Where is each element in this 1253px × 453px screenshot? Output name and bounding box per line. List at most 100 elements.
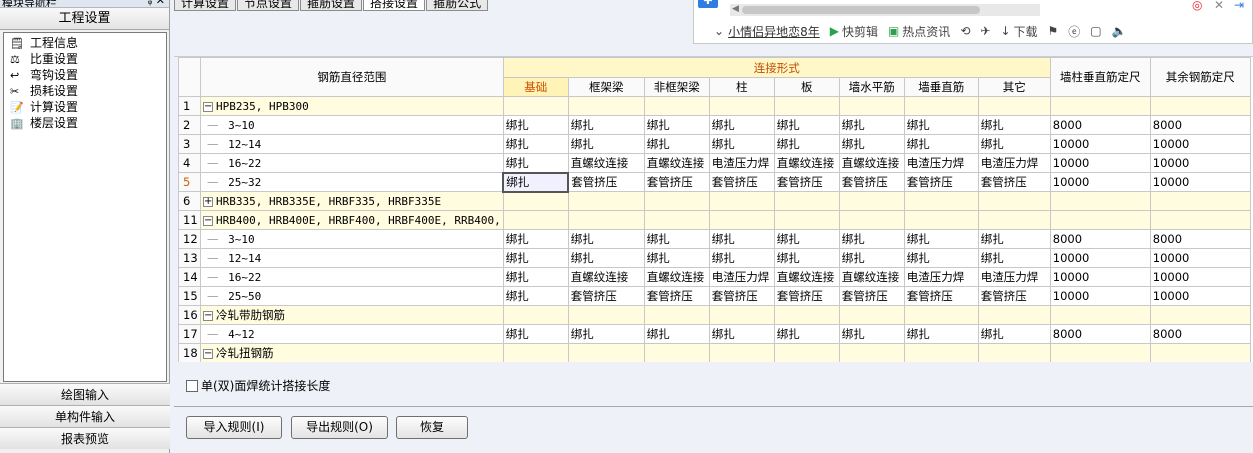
row-number[interactable]: 16 [178, 305, 201, 325]
range-cell[interactable]: — 25~50 [200, 286, 504, 306]
connection-cell[interactable]: 绑扎 [977, 248, 1051, 268]
other-length-cell[interactable]: 10000 [1149, 153, 1251, 173]
range-cell[interactable]: — 3~10 [200, 115, 504, 135]
row-number[interactable]: 4 [178, 153, 201, 173]
table-row[interactable]: 14— 16~22 绑扎 直螺纹连接 直螺纹连接 电渣压力焊 直螺纹连接 直螺纹连接 电渣压力… [178, 267, 1251, 287]
row-number[interactable]: 18 [178, 343, 201, 362]
range-cell[interactable]: — 12~14 [200, 248, 504, 268]
table-row[interactable]: 16− 冷轧带肋钢筋 [178, 305, 1251, 325]
range-cell[interactable]: — 16~22 [200, 153, 504, 173]
connection-cell[interactable]: 套管挤压 [977, 286, 1051, 306]
connection-cell[interactable]: 套管挤压 [903, 172, 979, 192]
connection-cell[interactable]: 绑扎 [903, 248, 979, 268]
connection-cell[interactable]: 套管挤压 [838, 172, 905, 192]
connection-cell[interactable]: 直螺纹连接 [838, 267, 905, 287]
collapse-icon[interactable]: − [203, 310, 213, 321]
connection-cell[interactable]: 绑扎 [567, 324, 645, 344]
connection-cell[interactable]: 直螺纹连接 [567, 153, 645, 173]
connection-cell[interactable]: 套管挤压 [643, 172, 710, 192]
scroll-left-icon[interactable]: ◀ [732, 4, 739, 14]
connection-cell[interactable]: 电渣压力焊 [977, 153, 1051, 173]
connection-cell[interactable]: 电渣压力焊 [903, 153, 979, 173]
connection-cell[interactable]: 绑扎 [502, 229, 569, 249]
row-number[interactable]: 14 [178, 267, 201, 287]
row-number[interactable]: 5 [178, 172, 201, 192]
row-number[interactable]: 3 [178, 134, 201, 154]
range-cell[interactable]: — 3~10 [200, 229, 504, 249]
other-length-cell[interactable]: 10000 [1149, 286, 1251, 306]
connection-cell[interactable]: 直螺纹连接 [567, 267, 645, 287]
popup-scrollbar[interactable]: ◀ [730, 4, 1040, 16]
connection-cell[interactable]: 绑扎 [643, 229, 710, 249]
connection-subheader-0[interactable]: 基础 [502, 77, 569, 97]
range-cell[interactable]: — 4~12 [200, 324, 504, 344]
nav-item-5[interactable]: 🏢 楼层设置 [4, 115, 166, 131]
table-row[interactable]: 5— 25~32 绑扎 套管挤压 套管挤压 套管挤压 套管挤压 套管挤压 套管挤压 套管挤压 10… [178, 171, 1251, 193]
pin-icon[interactable]: ✈ [980, 24, 990, 38]
connection-cell[interactable]: 电渣压力焊 [708, 153, 775, 173]
wall-length-cell[interactable]: 10000 [1049, 267, 1151, 287]
tab-4[interactable]: 箍筋公式 [426, 0, 489, 11]
other-length-cell[interactable]: 10000 [1149, 134, 1251, 154]
connection-cell[interactable]: 套管挤压 [567, 172, 645, 192]
connection-cell[interactable]: 直螺纹连接 [773, 267, 840, 287]
table-row[interactable]: 17— 4~12 绑扎 绑扎 绑扎 绑扎 绑扎 绑扎 绑扎 绑扎 8000 8000 [178, 324, 1251, 344]
connection-subheader-1[interactable]: 框架梁 [567, 77, 645, 97]
connection-cell[interactable]: 绑扎 [502, 115, 569, 135]
range-cell[interactable]: − 冷轧扭钢筋 [200, 343, 504, 362]
other-length-cell[interactable]: 8000 [1149, 229, 1251, 249]
news-headline[interactable]: 小情侣异地恋8年 [728, 23, 820, 40]
table-row[interactable]: 6 + HRB335, HRB335E, HRBF335, HRBF335E [178, 191, 1251, 211]
connection-subheader-3[interactable]: 柱 [708, 77, 775, 97]
wall-length-cell[interactable]: 10000 [1049, 286, 1151, 306]
wall-length-cell[interactable]: 10000 [1049, 153, 1151, 173]
row-number[interactable]: 6 [178, 191, 201, 211]
connection-cell[interactable]: 绑扎 [773, 115, 840, 135]
connection-cell[interactable]: 绑扎 [977, 324, 1051, 344]
connection-subheader-5[interactable]: 墙水平筋 [838, 77, 905, 97]
collapse-icon[interactable]: − [203, 348, 213, 359]
other-length-cell[interactable]: 8000 [1149, 324, 1251, 344]
wall-length-cell[interactable]: 8000 [1049, 324, 1151, 344]
tab-3[interactable]: 搭接设置 [363, 0, 426, 11]
connection-cell[interactable]: 绑扎 [567, 229, 645, 249]
tab-0[interactable]: 计算设置 [174, 0, 237, 11]
tab-2[interactable]: 箍筋设置 [300, 0, 363, 11]
popup-fold-icon[interactable]: ⇥ [1234, 0, 1244, 12]
row-number[interactable]: 11 [178, 210, 201, 230]
table-row[interactable]: 2— 3~10 绑扎 绑扎 绑扎 绑扎 绑扎 绑扎 绑扎 绑扎 8000 8000 [178, 115, 1251, 135]
connection-cell[interactable]: 绑扎 [773, 229, 840, 249]
connection-cell[interactable]: 绑扎 [838, 134, 905, 154]
connection-subheader-7[interactable]: 其它 [977, 77, 1051, 97]
connection-cell[interactable]: 绑扎 [502, 171, 570, 193]
nav-single-component-input[interactable]: 单构件输入 [0, 405, 170, 427]
range-cell[interactable]: − HRB400, HRB400E, HRBF400, HRBF400E, RRB… [200, 210, 504, 230]
wall-length-cell[interactable]: 10000 [1049, 248, 1151, 268]
connection-cell[interactable]: 绑扎 [773, 248, 840, 268]
connection-cell[interactable]: 直螺纹连接 [643, 267, 710, 287]
connection-cell[interactable]: 电渣压力焊 [977, 267, 1051, 287]
range-cell[interactable]: − HPB235, HPB300 [200, 96, 504, 116]
nav-item-1[interactable]: ⚖ 比重设置 [4, 51, 166, 67]
connection-cell[interactable]: 套管挤压 [838, 286, 905, 306]
row-number[interactable]: 2 [178, 115, 201, 135]
window-icon[interactable]: ▢ [1090, 24, 1101, 38]
weld-lap-checkbox[interactable] [186, 379, 198, 392]
connection-cell[interactable]: 绑扎 [502, 134, 569, 154]
connection-cell[interactable]: 绑扎 [903, 115, 979, 135]
nav-item-2[interactable]: ↩ 弯钩设置 [4, 67, 166, 83]
import-rules-button[interactable]: 导入规则(I) [186, 416, 282, 439]
connection-cell[interactable]: 绑扎 [838, 324, 905, 344]
collapse-icon[interactable]: − [203, 215, 213, 226]
connection-cell[interactable]: 绑扎 [502, 286, 569, 306]
connection-cell[interactable]: 绑扎 [502, 324, 569, 344]
other-length-cell[interactable]: 8000 [1149, 115, 1251, 135]
nav-item-4[interactable]: 📝 计算设置 [4, 99, 166, 115]
connection-cell[interactable]: 绑扎 [903, 134, 979, 154]
popup-app-icon[interactable]: ✚ [698, 0, 718, 8]
connection-cell[interactable]: 绑扎 [643, 324, 710, 344]
connection-cell[interactable]: 套管挤压 [708, 286, 775, 306]
table-row[interactable]: 3— 12~14 绑扎 绑扎 绑扎 绑扎 绑扎 绑扎 绑扎 绑扎 10000 10000 [178, 134, 1251, 154]
nav-item-3[interactable]: ✂ 损耗设置 [4, 83, 166, 99]
connection-cell[interactable]: 绑扎 [567, 115, 645, 135]
